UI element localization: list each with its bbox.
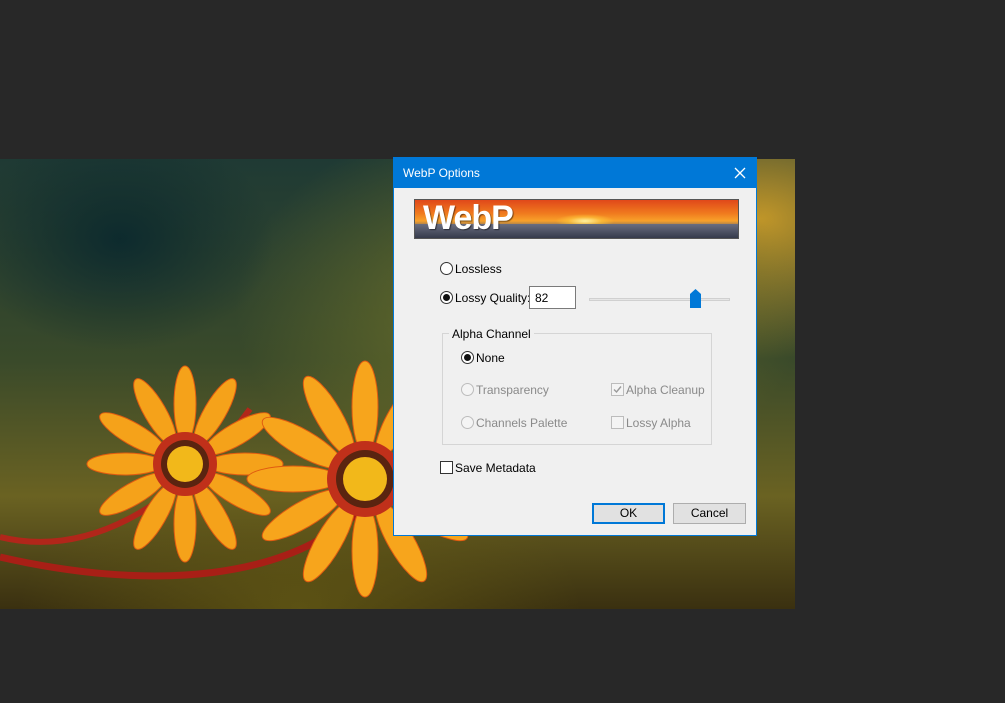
alpha-channel-legend: Alpha Channel [449, 327, 534, 341]
close-button[interactable] [724, 158, 756, 188]
alpha-transparency-radio[interactable] [461, 383, 474, 396]
dialog-titlebar[interactable]: WebP Options [394, 158, 756, 188]
close-icon [734, 167, 746, 179]
alpha-transparency-label[interactable]: Transparency [476, 383, 549, 397]
webp-banner: WebP [414, 199, 739, 239]
alpha-channels-palette-radio[interactable] [461, 416, 474, 429]
quality-slider-track[interactable] [589, 298, 730, 301]
quality-slider-thumb-icon[interactable] [690, 289, 702, 308]
alpha-none-radio[interactable] [461, 351, 474, 364]
lossless-label[interactable]: Lossless [455, 262, 502, 276]
ok-button[interactable]: OK [592, 503, 665, 524]
save-metadata-checkbox[interactable] [440, 461, 453, 474]
alpha-channels-palette-label[interactable]: Channels Palette [476, 416, 567, 430]
alpha-cleanup-checkbox[interactable] [611, 383, 624, 396]
quality-input[interactable]: 82 [529, 286, 576, 309]
dialog-title: WebP Options [403, 166, 480, 180]
webp-options-dialog: WebP Options WebP Lossless Lossy Quality… [393, 157, 757, 536]
lossy-alpha-label[interactable]: Lossy Alpha [626, 416, 691, 430]
alpha-none-label[interactable]: None [476, 351, 505, 365]
lossy-quality-label[interactable]: Lossy Quality: [455, 291, 530, 305]
lossy-alpha-checkbox[interactable] [611, 416, 624, 429]
alpha-cleanup-label[interactable]: Alpha Cleanup [626, 383, 705, 397]
cancel-button[interactable]: Cancel [673, 503, 746, 524]
lossy-quality-radio[interactable] [440, 291, 453, 304]
checkmark-icon [613, 386, 622, 394]
webp-logo-text: WebP [423, 199, 514, 237]
save-metadata-label[interactable]: Save Metadata [455, 461, 536, 475]
lossless-radio[interactable] [440, 262, 453, 275]
